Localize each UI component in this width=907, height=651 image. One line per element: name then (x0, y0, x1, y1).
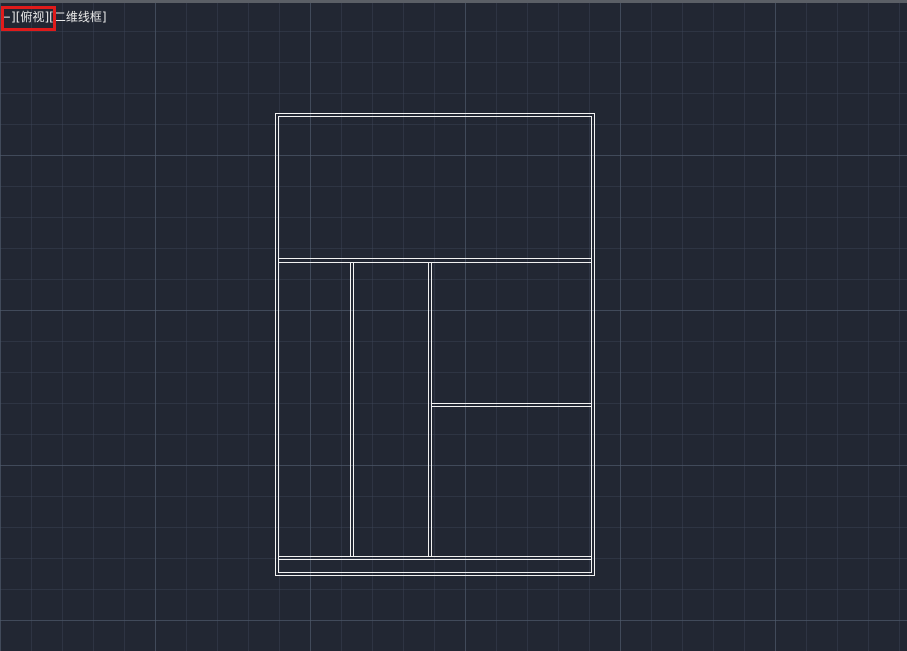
cabinet-drawing (274, 112, 596, 577)
drawing-viewport[interactable]: −][ 俯视 ][ 二维线框 ] (0, 0, 907, 651)
cabinet-inner-frame (277, 115, 593, 574)
cabinet-outer-frame (274, 112, 596, 577)
